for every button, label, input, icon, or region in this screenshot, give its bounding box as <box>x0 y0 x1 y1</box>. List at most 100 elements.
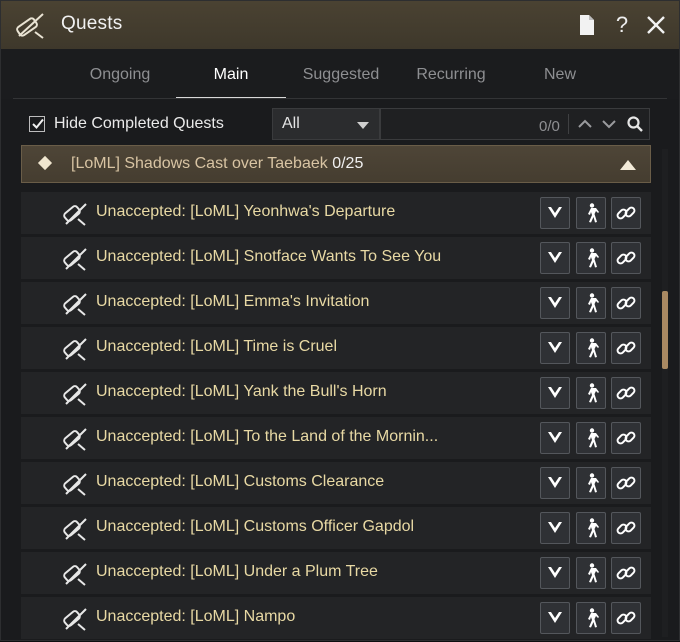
quest-title: Unaccepted: [LoML] To the Land of the Mo… <box>96 428 439 445</box>
tab-ongoing[interactable]: Ongoing <box>65 49 175 99</box>
expand-button[interactable] <box>540 377 570 409</box>
search-divider <box>568 114 569 134</box>
auto-walk-button[interactable] <box>576 512 606 544</box>
quest-title: Unaccepted: [LoML] Customs Clearance <box>96 473 385 490</box>
hide-completed-label: Hide Completed Quests <box>54 115 224 132</box>
auto-walk-button[interactable] <box>576 332 606 364</box>
auto-walk-icon <box>588 473 599 493</box>
quest-row[interactable]: Unaccepted: [LoML] Nampo <box>21 597 651 639</box>
auto-walk-icon <box>588 338 599 358</box>
tab-main[interactable]: Main <box>176 49 286 99</box>
chevron-down-icon[interactable] <box>600 115 618 133</box>
document-icon[interactable] <box>575 13 599 37</box>
expand-button[interactable] <box>540 332 570 364</box>
scrollbar-thumb[interactable] <box>662 291 668 369</box>
quest-row[interactable]: Unaccepted: [LoML] Under a Plum Tree <box>21 552 651 594</box>
quest-row[interactable]: Unaccepted: [LoML] Time is Cruel <box>21 327 651 369</box>
quest-title: Unaccepted: [LoML] Yeonhwa's Departure <box>96 203 396 220</box>
quest-row[interactable]: Unaccepted: [LoML] To the Land of the Mo… <box>21 417 651 459</box>
link-icon <box>616 296 636 310</box>
tab-divider <box>13 98 667 99</box>
search-input[interactable]: 0/0 <box>380 108 650 140</box>
expand-button[interactable] <box>540 557 570 589</box>
group-title: [LoML] Shadows Cast over Taebaek 0/25 <box>71 155 363 173</box>
quest-row[interactable]: Unaccepted: [LoML] Snotface Wants To See… <box>21 237 651 279</box>
link-button[interactable] <box>611 287 641 319</box>
quest-title: Unaccepted: [LoML] Customs Officer Gapdo… <box>96 518 415 535</box>
title-bar[interactable]: Quests ? <box>1 1 679 50</box>
auto-walk-button[interactable] <box>576 197 606 229</box>
quest-title: Unaccepted: [LoML] Emma's Invitation <box>96 293 370 310</box>
collapse-triangle-icon[interactable] <box>620 160 636 170</box>
auto-walk-button[interactable] <box>576 602 606 634</box>
expand-button[interactable] <box>540 602 570 634</box>
scroll-quill-icon <box>63 203 87 226</box>
auto-walk-icon <box>588 518 599 538</box>
chevron-up-icon[interactable] <box>576 115 594 133</box>
search-icon[interactable] <box>626 115 644 133</box>
link-button[interactable] <box>611 467 641 499</box>
link-icon <box>616 206 636 220</box>
quest-group-header[interactable]: [LoML] Shadows Cast over Taebaek 0/25 <box>21 145 651 183</box>
auto-walk-button[interactable] <box>576 377 606 409</box>
auto-walk-icon <box>588 608 599 628</box>
hide-completed-checkbox[interactable] <box>29 116 45 132</box>
expand-button[interactable] <box>540 197 570 229</box>
auto-walk-button[interactable] <box>576 287 606 319</box>
auto-walk-icon <box>588 428 599 448</box>
auto-walk-button[interactable] <box>576 422 606 454</box>
expand-button[interactable] <box>540 242 570 274</box>
link-button[interactable] <box>611 377 641 409</box>
auto-walk-icon <box>588 248 599 268</box>
tab-new[interactable]: New <box>505 49 615 99</box>
scroll-quill-icon <box>63 293 87 316</box>
link-button[interactable] <box>611 512 641 544</box>
expand-button[interactable] <box>540 422 570 454</box>
scroll-quill-icon <box>16 13 44 39</box>
quest-row[interactable]: Unaccepted: [LoML] Yeonhwa's Departure <box>21 192 651 234</box>
auto-walk-button[interactable] <box>576 557 606 589</box>
quest-row[interactable]: Unaccepted: [LoML] Customs Clearance <box>21 462 651 504</box>
scroll-quill-icon <box>63 518 87 541</box>
link-icon <box>616 251 636 265</box>
expand-button[interactable] <box>540 287 570 319</box>
group-name: [LoML] Shadows Cast over Taebaek <box>71 155 328 172</box>
link-icon <box>616 476 636 490</box>
auto-walk-button[interactable] <box>576 467 606 499</box>
filter-row: Hide Completed Quests All 0/0 <box>1 101 679 145</box>
diamond-icon <box>37 155 53 171</box>
tab-recurring[interactable]: Recurring <box>396 49 506 99</box>
quest-row[interactable]: Unaccepted: [LoML] Yank the Bull's Horn <box>21 372 651 414</box>
link-icon <box>616 521 636 535</box>
link-button[interactable] <box>611 242 641 274</box>
tab-suggested[interactable]: Suggested <box>286 49 396 99</box>
expand-button[interactable] <box>540 512 570 544</box>
link-button[interactable] <box>611 602 641 634</box>
expand-chevron-icon <box>548 342 562 353</box>
scroll-quill-icon <box>63 428 87 451</box>
link-icon <box>616 611 636 625</box>
category-dropdown[interactable]: All <box>272 108 380 140</box>
quest-row[interactable]: Unaccepted: [LoML] Emma's Invitation <box>21 282 651 324</box>
scrollbar-track[interactable] <box>662 149 668 637</box>
link-button[interactable] <box>611 332 641 364</box>
quest-row[interactable]: Unaccepted: [LoML] Customs Officer Gapdo… <box>21 507 651 549</box>
scroll-quill-icon <box>63 608 87 631</box>
scroll-quill-icon <box>63 383 87 406</box>
close-icon[interactable] <box>644 13 668 37</box>
expand-chevron-icon <box>548 477 562 488</box>
link-icon <box>616 566 636 580</box>
scroll-quill-icon <box>63 563 87 586</box>
help-button[interactable]: ? <box>610 13 634 37</box>
link-button[interactable] <box>611 197 641 229</box>
scroll-quill-icon <box>63 473 87 496</box>
link-button[interactable] <box>611 557 641 589</box>
quest-tabs: Ongoing Main Suggested Recurring New <box>1 49 679 99</box>
expand-chevron-icon <box>548 567 562 578</box>
dropdown-value: All <box>282 115 300 132</box>
expand-button[interactable] <box>540 467 570 499</box>
link-icon <box>616 386 636 400</box>
link-button[interactable] <box>611 422 641 454</box>
auto-walk-button[interactable] <box>576 242 606 274</box>
quest-title: Unaccepted: [LoML] Snotface Wants To See… <box>96 248 442 265</box>
